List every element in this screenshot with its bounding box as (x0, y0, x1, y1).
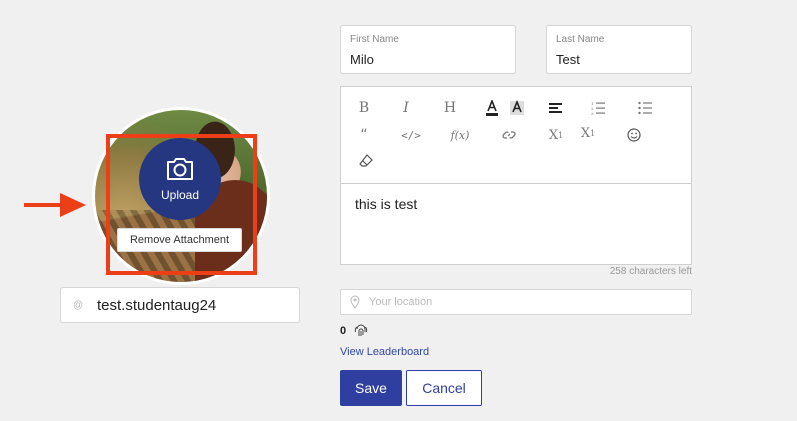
at-icon: @ (73, 299, 84, 311)
emoji-icon[interactable] (623, 125, 645, 145)
link-icon[interactable] (498, 125, 520, 145)
ordered-list-icon[interactable]: 123 (587, 98, 609, 118)
first-name-field[interactable]: First Name Milo (340, 25, 516, 74)
username-value: test.studentaug24 (97, 296, 217, 314)
last-name-field[interactable]: Last Name Test (546, 25, 692, 74)
svg-text:3: 3 (591, 111, 594, 115)
code-icon[interactable]: </> (400, 125, 422, 145)
heading-icon[interactable]: H (439, 98, 461, 118)
align-left-icon[interactable] (545, 98, 567, 118)
annotation-arrow-icon (24, 193, 86, 217)
view-leaderboard-link[interactable]: View Leaderboard (340, 346, 429, 358)
first-name-value: Milo (350, 52, 374, 67)
subscript-icon[interactable]: X1 (545, 125, 567, 145)
cancel-button[interactable]: Cancel (406, 370, 482, 406)
italic-icon[interactable]: I (395, 98, 417, 118)
map-pin-icon (350, 295, 360, 309)
username-field[interactable]: @ test.studentaug24 (60, 287, 300, 323)
save-button[interactable]: Save (340, 370, 402, 406)
location-field[interactable] (340, 289, 692, 315)
highlight-color-icon[interactable] (506, 98, 528, 118)
superscript-icon[interactable]: X1 (577, 123, 599, 143)
fingerprint-icon (354, 324, 368, 336)
last-name-value: Test (556, 52, 580, 67)
location-input[interactable] (369, 296, 669, 308)
last-name-label: Last Name (556, 34, 605, 45)
text-color-icon[interactable] (481, 98, 503, 118)
editor-content[interactable]: this is test (341, 184, 691, 224)
blockquote-icon[interactable]: “ (353, 125, 375, 145)
clear-format-icon[interactable] (355, 150, 377, 170)
bold-icon[interactable]: B (353, 98, 375, 118)
editor-toolbar: B I H 123 “ </> f(x) X1 X1 (341, 87, 691, 184)
points-value: 0 (340, 325, 347, 337)
annotation-highlight-box (106, 134, 257, 275)
chars-left-counter: 258 characters left (609, 266, 692, 277)
first-name-label: First Name (350, 34, 399, 45)
bio-editor: B I H 123 “ </> f(x) X1 X1 this is test (340, 86, 692, 265)
formula-icon[interactable]: f(x) (449, 125, 471, 145)
points-display: 0 (340, 324, 368, 338)
bullet-list-icon[interactable] (634, 98, 656, 118)
